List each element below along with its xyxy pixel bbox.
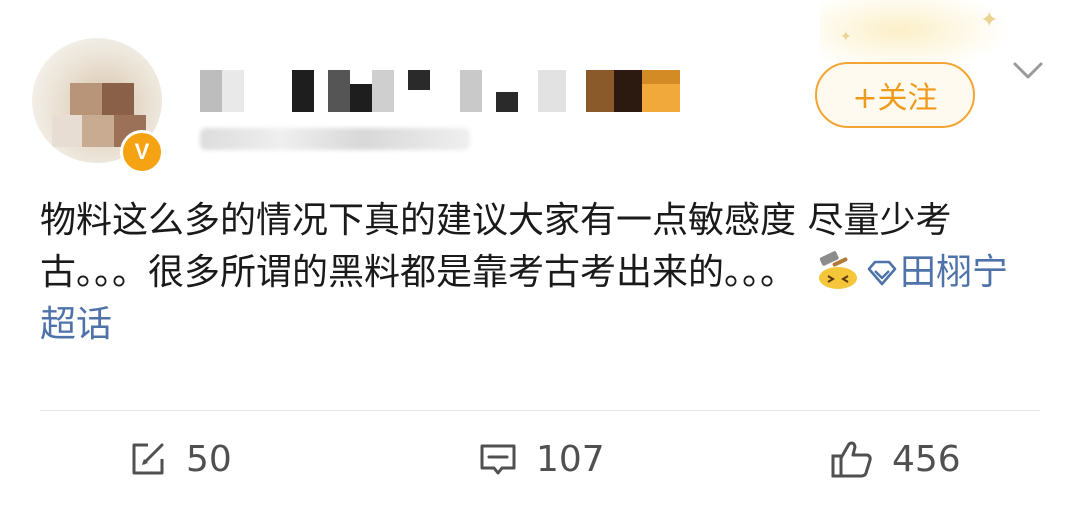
divider: [40, 410, 1040, 411]
supertopic-diamond-icon: [867, 260, 897, 286]
weibo-post: ✦ ✦ V +关注 物料这么多的情况下真的建议大家有一点敏感度 尽量少考古。。。…: [0, 0, 1080, 514]
post-content: 物料这么多的情况下真的建议大家有一点敏感度 尽量少考古。。。很多所谓的黑料都是靠…: [40, 195, 1040, 351]
comment-icon: [480, 444, 516, 475]
comment-count: 107: [536, 438, 605, 480]
hammer-face-emoji-icon: [819, 251, 858, 289]
repost-icon: [132, 443, 164, 475]
follow-button[interactable]: +关注: [815, 62, 975, 128]
thumbs-up-icon: [831, 441, 872, 478]
repost-button[interactable]: 50: [128, 432, 232, 486]
comment-button[interactable]: 107: [478, 432, 605, 486]
like-button[interactable]: 456: [830, 432, 961, 486]
verified-badge-icon: V: [120, 130, 164, 174]
chevron-down-icon[interactable]: [1012, 60, 1044, 82]
username-pixelated[interactable]: [200, 70, 680, 112]
post-meta-blurred: [200, 128, 470, 150]
like-count: 456: [892, 438, 961, 480]
repost-count: 50: [186, 438, 232, 480]
